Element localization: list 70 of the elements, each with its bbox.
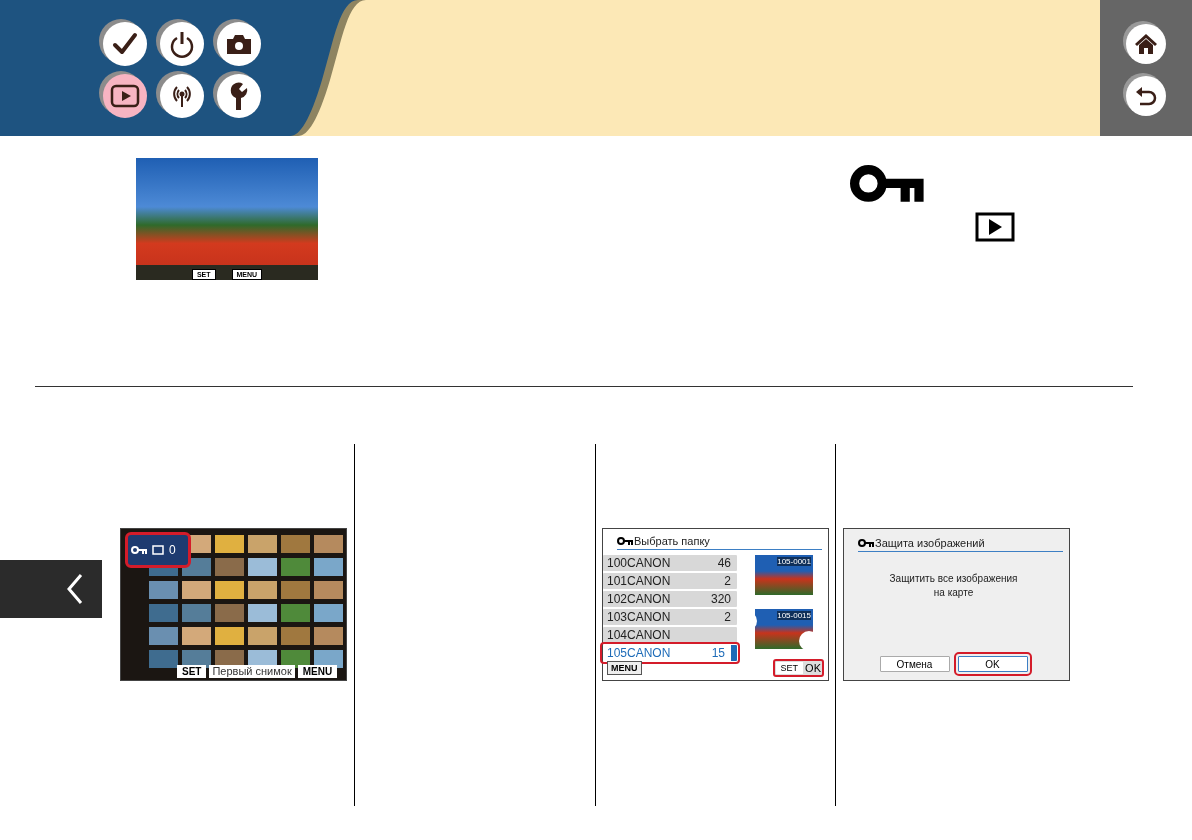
thumbnail-image (314, 650, 343, 668)
back-icon (1135, 85, 1157, 107)
thumbnail-image (281, 604, 310, 622)
thumbnail-image (281, 581, 310, 599)
set-label: Первый снимок (209, 665, 295, 678)
file-number: 105-0015 (777, 611, 811, 620)
dialog-message: Защитить все изображения на карте (888, 572, 1019, 600)
thumbnail-image (215, 535, 244, 553)
image-icon (152, 545, 164, 555)
thumbnail-image (215, 627, 244, 645)
thumbnail-image (248, 558, 277, 576)
playback-icon (975, 211, 1015, 242)
screen-title: Выбрать папку (634, 535, 710, 547)
thumbnail-image (149, 604, 178, 622)
chapter-button[interactable] (160, 74, 204, 118)
thumbnail-image (215, 581, 244, 599)
key-icon (131, 546, 147, 554)
screen-title: Защита изображений (875, 537, 985, 549)
previous-page-tab[interactable] (0, 560, 102, 618)
playback-icon (110, 84, 140, 108)
folder-row[interactable]: 101CANON 2 (603, 573, 737, 589)
set-ok-button[interactable]: SET OK (772, 659, 824, 677)
thumbnail-image (248, 604, 277, 622)
thumbnail-image (314, 581, 343, 599)
thumbnail-image (314, 535, 343, 553)
thumbnail-image (149, 650, 178, 668)
chapter-button[interactable] (103, 22, 147, 66)
thumbnail-image (248, 535, 277, 553)
thumbnail-image (215, 604, 244, 622)
dialog-button[interactable]: Отмена (879, 656, 950, 672)
folder-row[interactable]: 100CANON 46 (603, 555, 737, 571)
key-icon (850, 165, 924, 202)
thumbnail-image (314, 558, 343, 576)
thumbnail-image (149, 581, 178, 599)
checkmark-icon (112, 32, 138, 56)
thumbnail-image (314, 604, 343, 622)
set-key: SET (177, 665, 207, 678)
back-button[interactable] (1126, 76, 1166, 116)
thumbnail-image (314, 627, 343, 645)
folder-row[interactable]: 102CANON 320 (603, 591, 737, 607)
thumbnail-image (215, 558, 244, 576)
thumbnail-image (281, 558, 310, 576)
chapter-button[interactable] (217, 22, 261, 66)
thumbnail-image (248, 581, 277, 599)
chevron-left-icon (66, 573, 84, 605)
menu-key: MENU (607, 661, 642, 675)
key-icon (858, 539, 874, 547)
folder-row[interactable]: 103CANON 2 (603, 609, 737, 625)
thumbnail-image (182, 604, 211, 622)
chapter-button[interactable] (217, 74, 261, 118)
camera-icon (225, 33, 253, 55)
chapter-button[interactable] (160, 22, 204, 66)
image-count: 0 (169, 543, 176, 557)
thumbnail-image (281, 627, 310, 645)
key-icon (617, 537, 633, 545)
thumbnail-image (281, 535, 310, 553)
folder-row[interactable]: 104CANON (603, 627, 737, 643)
file-number: 105-0001 (777, 557, 811, 566)
thumbnail-image (281, 650, 310, 668)
thumbnail-image (149, 627, 178, 645)
menu-key: MENU (297, 665, 338, 678)
home-icon (1134, 33, 1158, 55)
power-icon (169, 30, 195, 58)
thumbnail-image (248, 627, 277, 645)
wrench-icon (228, 81, 250, 111)
thumbnail-image (182, 581, 211, 599)
chapter-button[interactable] (103, 74, 147, 118)
thumbnail-image (182, 627, 211, 645)
thumbnail-image (182, 650, 211, 668)
home-button[interactable] (1126, 24, 1166, 64)
